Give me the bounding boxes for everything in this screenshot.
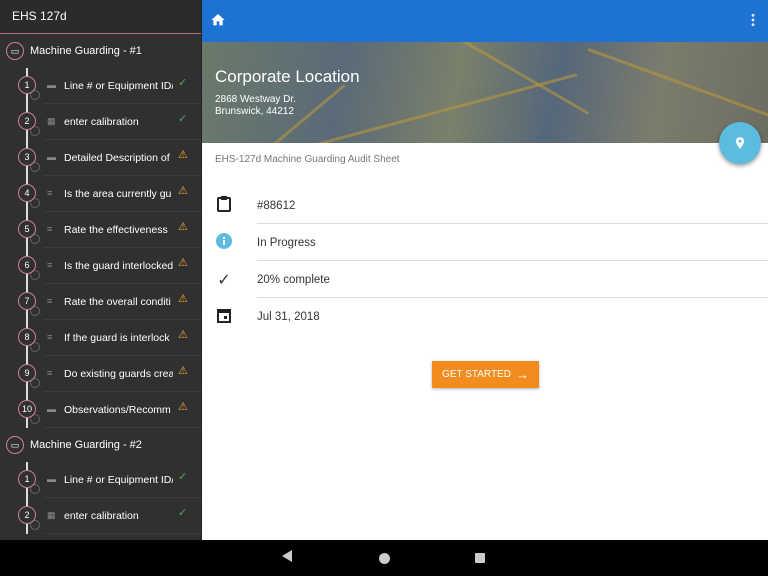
list-icon: ≡ (47, 368, 53, 378)
sidebar-item[interactable]: 2 ▦ enter calibration ✓ (0, 104, 201, 140)
group-title: Machine Guarding - #2 (30, 439, 142, 451)
question-number: 1 (18, 470, 36, 488)
question-number: 3 (18, 148, 36, 166)
sidebar-item[interactable]: 1 ▬ Line # or Equipment ID/ ✓ (0, 462, 201, 498)
warning-icon: ⚠ (178, 221, 188, 233)
check-icon: ✓ (178, 507, 188, 519)
comment-icon: ▬ (47, 404, 56, 414)
arrow-right-icon: → (515, 367, 529, 382)
audit-id-row: #88612 (202, 187, 768, 224)
sidebar-item[interactable]: 7 ≡ Rate the overall conditi ⚠ (0, 284, 201, 320)
comment-icon: ▬ (47, 152, 56, 162)
sidebar-item[interactable]: 1 ▬ Line # or Equipment ID/ ✓ (0, 68, 201, 104)
warning-icon: ⚠ (178, 257, 188, 269)
audit-sheet-name: EHS-127d Machine Guarding Audit Sheet (215, 154, 400, 165)
location-map-header: Corporate Location 2868 Westway Dr. Bruns… (202, 42, 768, 143)
list-icon: ≡ (47, 332, 53, 342)
question-label: Do existing guards crea (64, 368, 173, 380)
check-icon: ✓ (178, 113, 188, 125)
warning-icon: ⚠ (178, 149, 188, 161)
question-number: 7 (18, 292, 36, 310)
sidebar-title: EHS 127d (0, 0, 201, 34)
comment-icon: ▬ (47, 474, 56, 484)
progress-text: 20% complete (257, 273, 330, 286)
calendar-icon (216, 308, 232, 326)
android-nav-bar (0, 540, 768, 576)
sidebar-list[interactable]: ▭ Machine Guarding - #1 1 ▬ Line # or Equipm… (0, 34, 201, 534)
folder-icon: ▭ (6, 42, 24, 60)
warning-icon: ⚠ (178, 401, 188, 413)
comment-icon: ▬ (47, 80, 56, 90)
progress-row: ✓ 20% complete (202, 261, 768, 298)
audit-id: #88612 (257, 199, 296, 212)
more-vert-icon[interactable] (748, 12, 758, 28)
list-icon: ≡ (47, 188, 53, 198)
question-number: 9 (18, 364, 36, 382)
clipboard-icon (216, 196, 232, 215)
list-icon: ≡ (47, 296, 53, 306)
location-title: Corporate Location (215, 67, 360, 86)
sidebar-item[interactable]: 6 ≡ Is the guard interlocked ⚠ (0, 248, 201, 284)
status-text: In Progress (257, 236, 316, 249)
question-label: enter calibration (64, 510, 139, 522)
group-title: Machine Guarding - #1 (30, 45, 142, 57)
folder-icon: ▭ (6, 436, 24, 454)
question-label: Observations/Recomm (64, 404, 171, 416)
sidebar-item[interactable]: 10 ▬ Observations/Recomm ⚠ (0, 392, 201, 428)
question-label: Rate the overall conditi (64, 296, 171, 308)
map-pin-button[interactable] (719, 122, 761, 164)
recents-icon[interactable] (475, 553, 485, 563)
list-icon: ≡ (47, 224, 53, 234)
question-number: 8 (18, 328, 36, 346)
question-label: Is the area currently gu (64, 188, 172, 200)
question-label: If the guard is interlock (64, 332, 170, 344)
warning-icon: ⚠ (178, 329, 188, 341)
calculator-icon: ▦ (47, 116, 56, 126)
question-label: enter calibration (64, 116, 139, 128)
home-icon[interactable] (210, 12, 226, 28)
warning-icon: ⚠ (178, 365, 188, 377)
question-label: Is the guard interlocked (64, 260, 173, 272)
back-icon[interactable] (282, 550, 292, 562)
map-pin-icon (735, 137, 745, 149)
warning-icon: ⚠ (178, 293, 188, 305)
question-number: 6 (18, 256, 36, 274)
question-number: 2 (18, 506, 36, 524)
get-started-button[interactable]: GET STARTED → (432, 361, 539, 388)
question-number: 1 (18, 76, 36, 94)
sidebar-item[interactable]: 8 ≡ If the guard is interlock ⚠ (0, 320, 201, 356)
status-row: In Progress (202, 224, 768, 261)
sidebar-item[interactable]: 9 ≡ Do existing guards crea ⚠ (0, 356, 201, 392)
home-nav-icon[interactable] (379, 553, 390, 564)
sidebar-item[interactable]: 4 ≡ Is the area currently gu ⚠ (0, 176, 201, 212)
calculator-icon: ▦ (47, 510, 56, 520)
get-started-label: GET STARTED (442, 369, 511, 380)
question-label: Detailed Description of (64, 152, 170, 164)
question-number: 2 (18, 112, 36, 130)
sidebar-group[interactable]: ▭ Machine Guarding - #2 (0, 428, 201, 462)
question-label: Line # or Equipment ID/ (64, 474, 173, 486)
check-icon: ✓ (178, 77, 188, 89)
top-app-bar (202, 0, 768, 42)
warning-icon: ⚠ (178, 185, 188, 197)
sidebar-item[interactable]: 2 ▦ enter calibration ✓ (0, 498, 201, 534)
date-row: Jul 31, 2018 (202, 298, 768, 335)
question-label: Rate the effectiveness (64, 224, 168, 236)
check-icon: ✓ (178, 471, 188, 483)
sidebar: EHS 127d ▭ Machine Guarding - #1 1 ▬ Line # … (0, 0, 202, 540)
question-number: 5 (18, 220, 36, 238)
check-icon: ✓ (217, 271, 231, 289)
info-icon (216, 233, 232, 252)
question-label: Line # or Equipment ID/ (64, 80, 173, 92)
list-icon: ≡ (47, 260, 53, 270)
question-number: 10 (18, 400, 36, 418)
due-date: Jul 31, 2018 (257, 310, 320, 323)
sidebar-group[interactable]: ▭ Machine Guarding - #1 (0, 34, 201, 68)
location-address: 2868 Westway Dr. Brunswick, 44212 (215, 94, 296, 117)
sidebar-item[interactable]: 3 ▬ Detailed Description of ⚠ (0, 140, 201, 176)
question-number: 4 (18, 184, 36, 202)
sidebar-item[interactable]: 5 ≡ Rate the effectiveness ⚠ (0, 212, 201, 248)
